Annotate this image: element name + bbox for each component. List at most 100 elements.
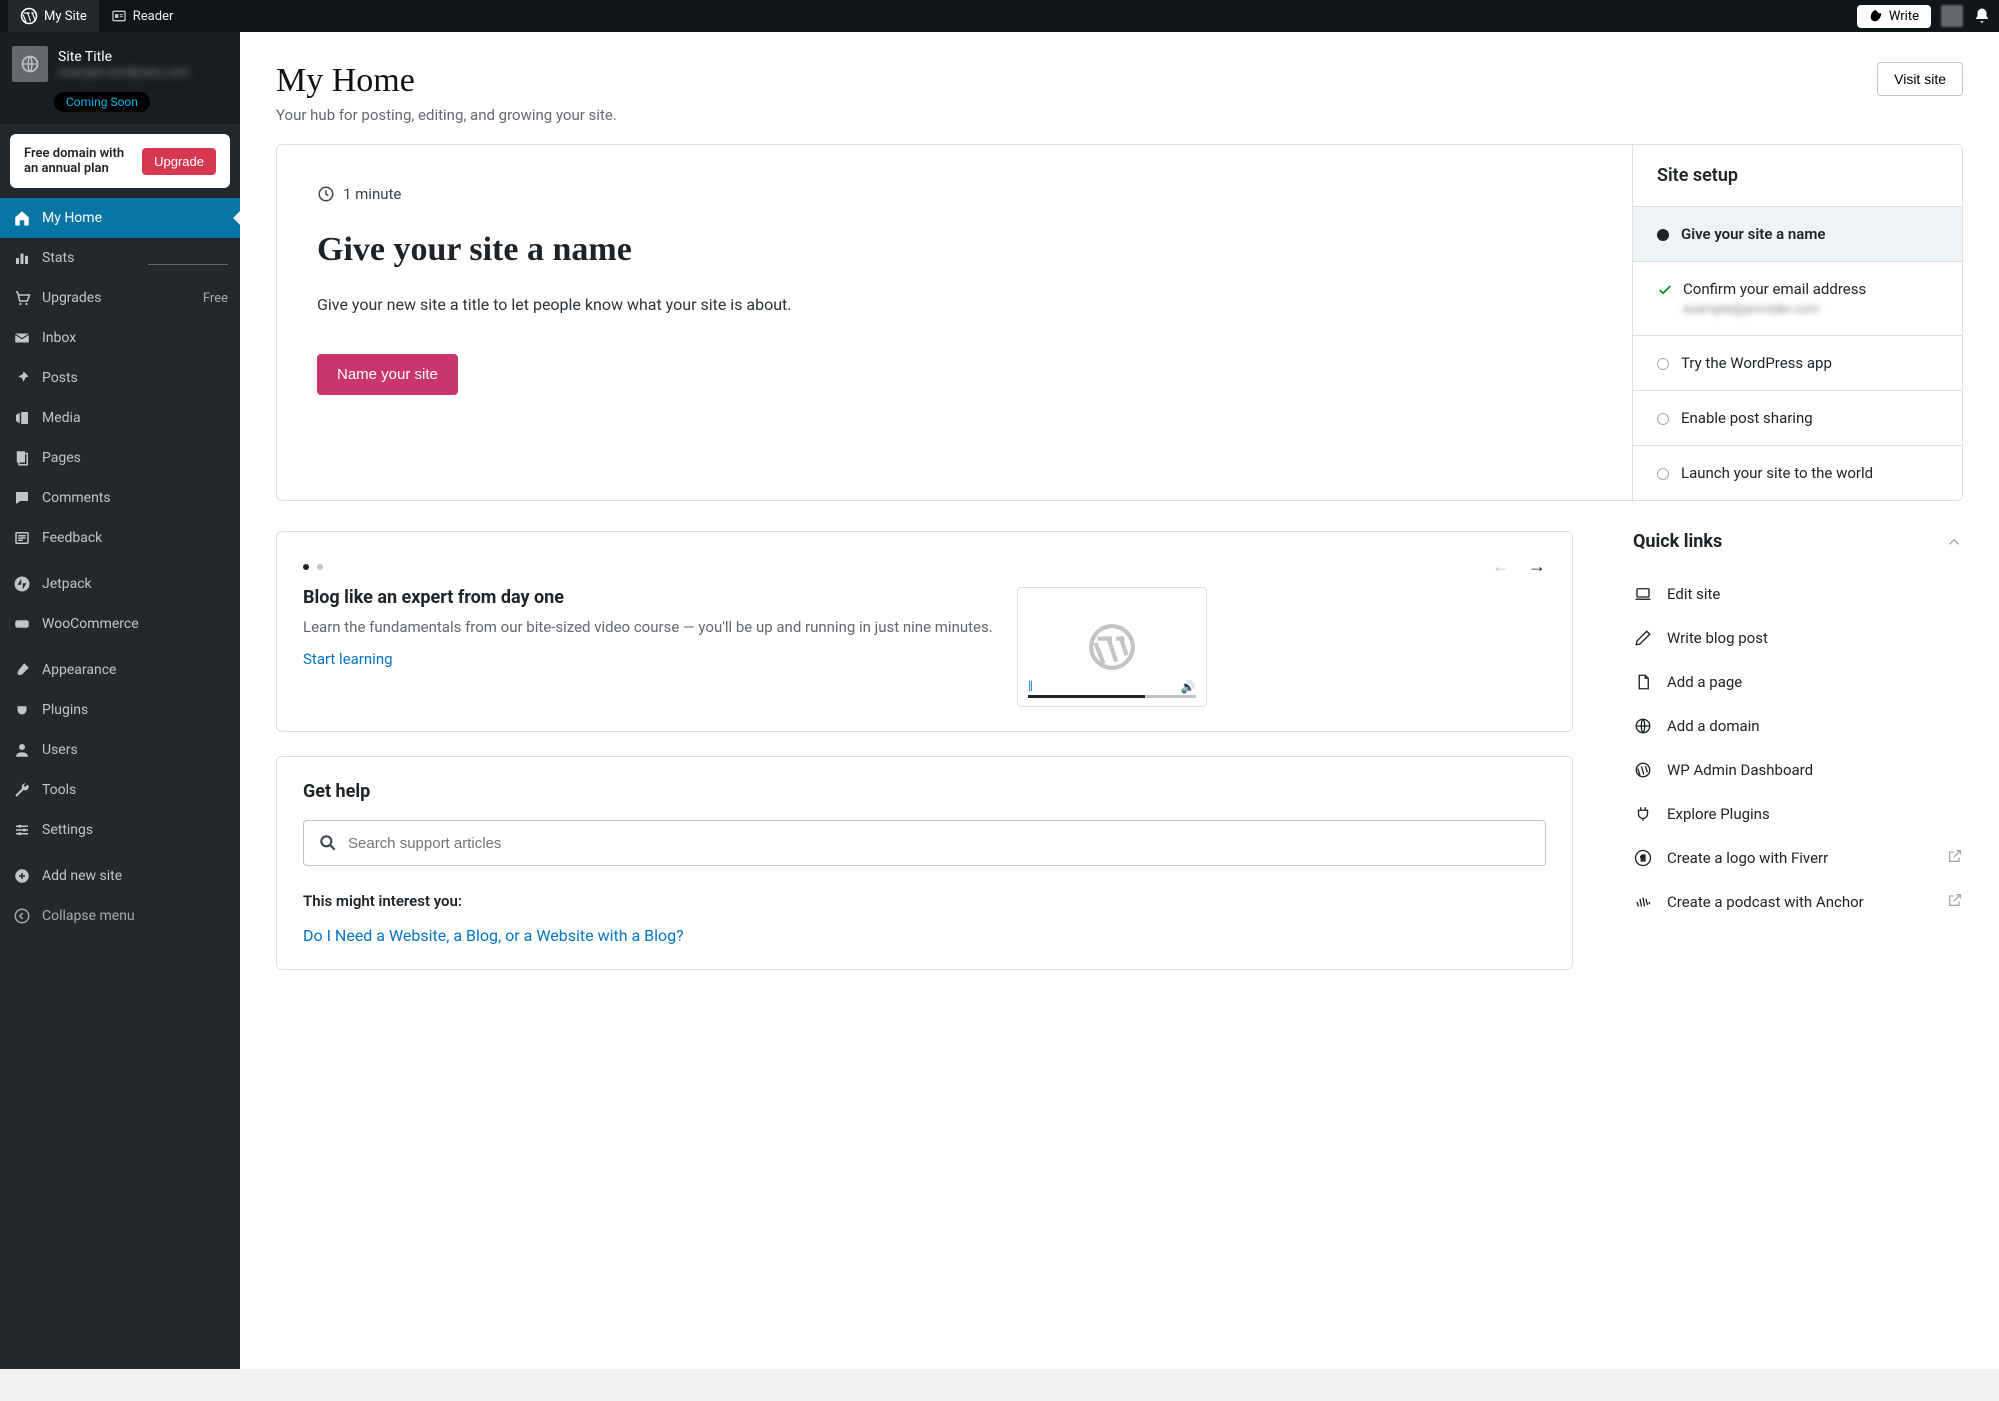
coming-soon-badge: Coming Soon [54,92,150,112]
wordpress-icon [1633,760,1653,780]
quick-label: Add a domain [1667,717,1760,735]
setup-email-blurred: example@provider.com [1683,302,1866,317]
help-article-link[interactable]: Do I Need a Website, a Blog, or a Websit… [303,926,1546,945]
carousel-prev[interactable]: ← [1492,556,1510,577]
nav-label: Add new site [42,868,122,884]
comment-icon [12,488,32,508]
nav-pages[interactable]: Pages [0,438,240,478]
pages-icon [12,448,32,468]
task-description: Give your new site a title to let people… [317,295,1592,314]
nav-add-site[interactable]: Add new site [0,856,240,896]
quick-edit-site[interactable]: Edit site [1633,572,1963,616]
carousel-desc: Learn the fundamentals from our bite-siz… [303,618,993,636]
nav-label: Stats [42,250,74,266]
setup-item-label: Confirm your email address [1683,280,1866,298]
setup-item-sharing[interactable]: Enable post sharing [1633,390,1962,445]
nav-label: Users [42,742,78,758]
carousel-dot-1[interactable] [303,564,309,570]
status-dot [1657,358,1669,370]
quick-write-post[interactable]: Write blog post [1633,616,1963,660]
stats-sparkline [148,251,228,265]
visit-site-button[interactable]: Visit site [1877,62,1963,96]
upgrade-button[interactable]: Upgrade [142,148,216,175]
task-time: 1 minute [343,185,401,203]
nav-stats[interactable]: Stats [0,238,240,278]
nav-plugins[interactable]: Plugins [0,690,240,730]
page-icon [1633,672,1653,692]
quick-add-domain[interactable]: Add a domain [1633,704,1963,748]
nav-appearance[interactable]: Appearance [0,650,240,690]
anchor-icon [1633,892,1653,912]
nav-upgrades[interactable]: Upgrades Free [0,278,240,318]
quick-label: WP Admin Dashboard [1667,761,1813,779]
quick-plugins[interactable]: Explore Plugins [1633,792,1963,836]
help-search[interactable] [303,820,1546,866]
page-title: My Home [276,62,617,100]
sidebar: Site Title example.wordpress.com Coming … [0,32,240,1369]
setup-item-email[interactable]: Confirm your email address example@provi… [1633,261,1962,335]
progress-bar[interactable] [1028,695,1196,698]
topbar-reader-label: Reader [133,9,174,24]
nav-label: Feedback [42,530,102,546]
write-button[interactable]: Write [1857,5,1931,28]
setup-item-app[interactable]: Try the WordPress app [1633,335,1962,390]
home-icon [12,208,32,228]
carousel-next[interactable]: → [1528,556,1546,577]
name-site-button[interactable]: Name your site [317,354,458,395]
quick-anchor[interactable]: Create a podcast with Anchor [1633,880,1963,924]
laptop-icon [1633,584,1653,604]
quick-label: Write blog post [1667,629,1768,647]
nav-woocommerce[interactable]: WooCommerce [0,604,240,644]
nav-media[interactable]: Media [0,398,240,438]
topbar-my-site[interactable]: My Site [8,0,99,32]
nav-my-home[interactable]: My Home [0,198,240,238]
video-thumbnail[interactable]: ∥ 🔊 [1017,587,1207,707]
nav-label: Plugins [42,702,88,718]
nav-users[interactable]: Users [0,730,240,770]
nav-jetpack[interactable]: Jetpack [0,564,240,604]
upgrades-tag: Free [203,291,228,306]
external-link-icon [1947,848,1963,868]
quick-wp-admin[interactable]: WP Admin Dashboard [1633,748,1963,792]
user-avatar[interactable] [1941,5,1963,27]
wordpress-logo-outline [1087,622,1137,672]
nav-label: Pages [42,450,81,466]
topbar-reader[interactable]: Reader [99,0,186,32]
nav-label: Upgrades [42,290,101,306]
chevron-up-icon[interactable] [1945,533,1963,551]
setup-item-label: Launch your site to the world [1681,464,1873,482]
nav-inbox[interactable]: Inbox [0,318,240,358]
setup-item-name[interactable]: Give your site a name [1633,206,1962,261]
quick-fiverr[interactable]: fi Create a logo with Fiverr [1633,836,1963,880]
site-card[interactable]: Site Title example.wordpress.com Coming … [0,32,240,124]
notifications-icon[interactable] [1973,7,1991,25]
setup-item-launch[interactable]: Launch your site to the world [1633,445,1962,500]
cart-icon [12,288,32,308]
quick-label: Create a logo with Fiverr [1667,849,1828,867]
help-search-input[interactable] [348,835,1531,852]
quick-label: Explore Plugins [1667,805,1770,823]
setup-heading: Site setup [1633,145,1962,206]
carousel-dot-2[interactable] [317,564,323,570]
nav-label: Tools [42,782,76,798]
carousel-dots[interactable] [303,564,323,570]
nav-feedback[interactable]: Feedback [0,518,240,558]
feedback-icon [12,528,32,548]
quick-add-page[interactable]: Add a page [1633,660,1963,704]
nav-tools[interactable]: Tools [0,770,240,810]
sidebar-nav: My Home Stats Upgrades Free Inbox Posts … [0,198,240,936]
plug-icon [1633,804,1653,824]
jetpack-icon [12,574,32,594]
pause-icon: ∥ [1028,679,1035,692]
plug-icon [12,700,32,720]
wordpress-icon [20,7,38,25]
nav-posts[interactable]: Posts [0,358,240,398]
nav-settings[interactable]: Settings [0,810,240,850]
nav-label: WooCommerce [42,616,139,632]
stats-icon [12,248,32,268]
user-icon [12,740,32,760]
nav-collapse[interactable]: Collapse menu [0,896,240,936]
carousel-cta[interactable]: Start learning [303,650,393,668]
nav-comments[interactable]: Comments [0,478,240,518]
fiverr-icon: fi [1633,848,1653,868]
